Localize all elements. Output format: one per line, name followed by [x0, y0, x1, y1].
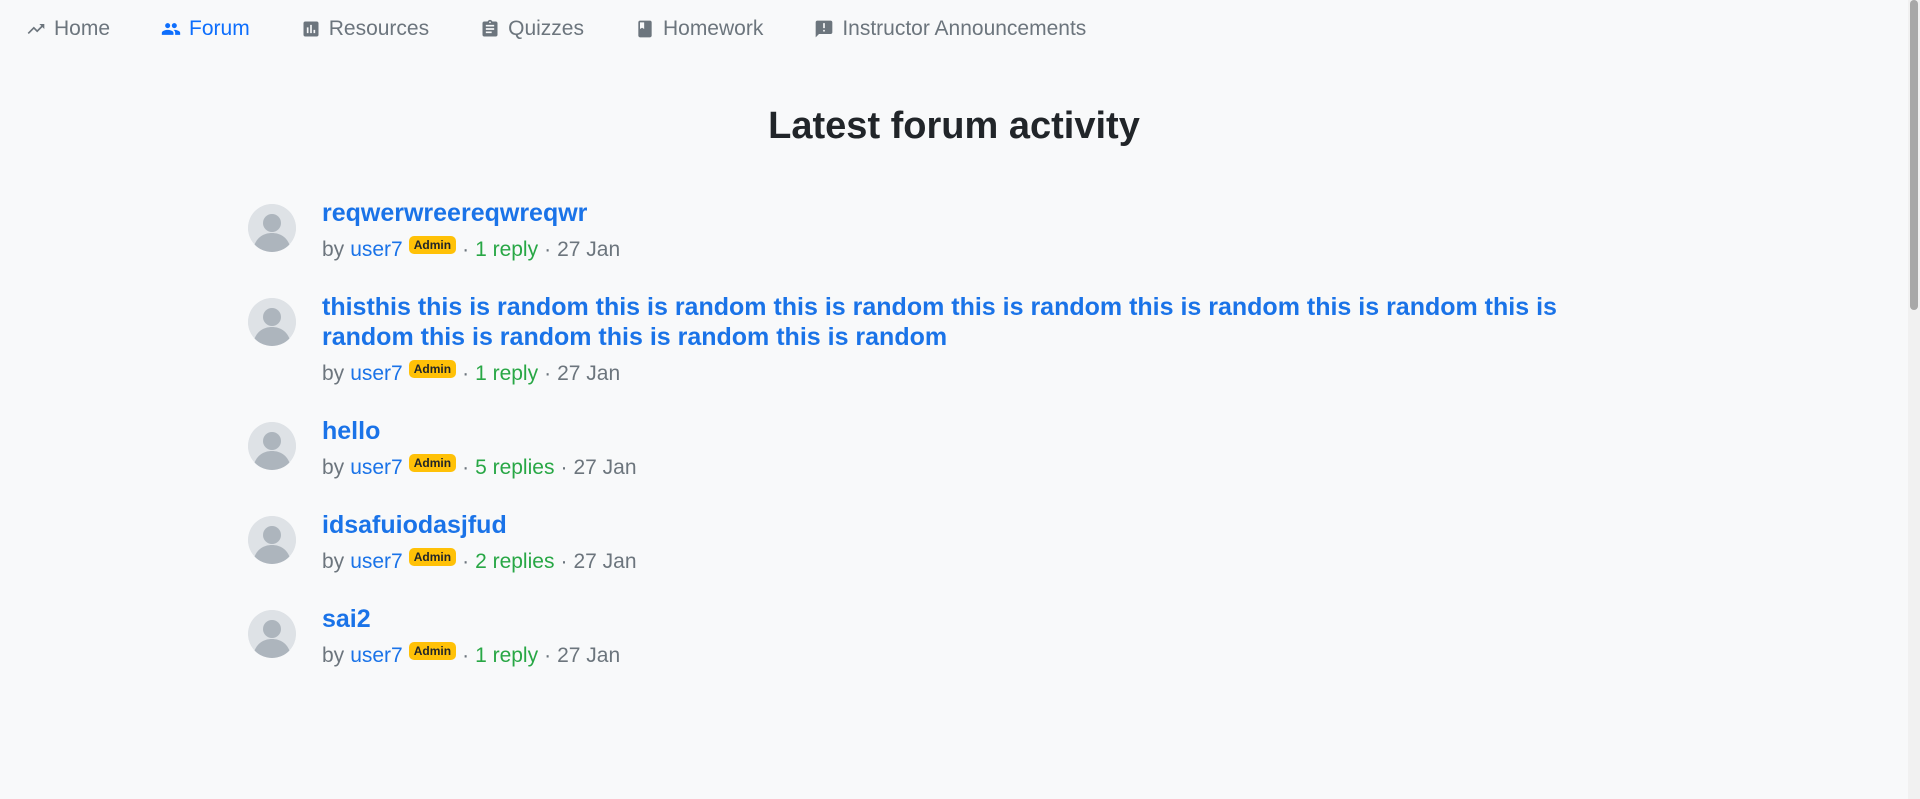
- vertical-scrollbar[interactable]: [1908, 0, 1920, 799]
- nav-item-announcements[interactable]: Instructor Announcements: [814, 17, 1086, 41]
- announcement-icon: [814, 19, 834, 39]
- avatar[interactable]: [248, 610, 296, 658]
- nav-label-homework: Homework: [662, 17, 764, 40]
- replies-link[interactable]: 1 reply: [475, 236, 538, 264]
- thread-title-link[interactable]: sai2: [322, 604, 1648, 634]
- role-badge: Admin: [408, 548, 457, 566]
- thread-meta: by user7 Admin · 2 replies · 27 Jan: [322, 548, 1648, 576]
- clipboard-icon: [480, 19, 500, 39]
- list-item: reqwerwreereqwreqwr by user7 Admin · 1 r…: [248, 198, 1648, 264]
- thread-title-link[interactable]: idsafuiodasjfud: [322, 510, 1648, 540]
- by-label: by: [322, 644, 345, 667]
- author-link[interactable]: user7: [350, 236, 403, 264]
- thread-date: 27 Jan: [557, 362, 621, 385]
- separator: ·: [560, 550, 568, 573]
- thread-body: reqwerwreereqwreqwr by user7 Admin · 1 r…: [322, 198, 1648, 264]
- by-label: by: [322, 362, 345, 385]
- scrollbar-thumb[interactable]: [1910, 0, 1918, 310]
- user-silhouette-icon: [248, 610, 296, 658]
- thread-title-link[interactable]: hello: [322, 416, 1648, 446]
- nav-label-resources: Resources: [328, 17, 430, 40]
- thread-meta: by user7 Admin · 1 reply · 27 Jan: [322, 360, 1648, 388]
- list-item: thisthis this is random this is random t…: [248, 292, 1648, 388]
- author-link[interactable]: user7: [350, 548, 403, 576]
- replies-link[interactable]: 5 replies: [475, 454, 554, 482]
- user-silhouette-icon: [248, 298, 296, 346]
- nav-label-quizzes: Quizzes: [508, 17, 584, 40]
- nav-item-quizzes[interactable]: Quizzes: [480, 17, 584, 41]
- by-label: by: [322, 238, 345, 261]
- replies-link[interactable]: 1 reply: [475, 642, 538, 670]
- author-link[interactable]: user7: [350, 360, 403, 388]
- avatar[interactable]: [248, 516, 296, 564]
- thread-body: hello by user7 Admin · 5 replies · 27 Ja…: [322, 416, 1648, 482]
- thread-list: reqwerwreereqwreqwr by user7 Admin · 1 r…: [248, 198, 1648, 698]
- role-badge: Admin: [408, 236, 457, 254]
- page-title: Latest forum activity: [768, 105, 1140, 147]
- thread-meta: by user7 Admin · 1 reply · 27 Jan: [322, 642, 1648, 670]
- thread-body: thisthis this is random this is random t…: [322, 292, 1648, 388]
- nav-item-home[interactable]: Home: [26, 17, 110, 41]
- thread-meta: by user7 Admin · 1 reply · 27 Jan: [322, 236, 1648, 264]
- bar-chart-icon: [301, 19, 321, 39]
- separator: ·: [462, 362, 470, 385]
- user-silhouette-icon: [248, 516, 296, 564]
- separator: ·: [544, 644, 552, 667]
- separator: ·: [544, 238, 552, 261]
- list-item: idsafuiodasjfud by user7 Admin · 2 repli…: [248, 510, 1648, 576]
- by-label: by: [322, 456, 345, 479]
- separator: ·: [462, 550, 470, 573]
- thread-date: 27 Jan: [557, 238, 621, 261]
- separator: ·: [560, 456, 568, 479]
- forum-page: Home Forum Resources Quizzes Homework In…: [0, 0, 1920, 799]
- replies-link[interactable]: 2 replies: [475, 548, 554, 576]
- book-icon: [635, 19, 655, 39]
- list-item: hello by user7 Admin · 5 replies · 27 Ja…: [248, 416, 1648, 482]
- separator: ·: [462, 644, 470, 667]
- nav-label-home: Home: [54, 17, 111, 40]
- list-item: sai2 by user7 Admin · 1 reply · 27 Jan: [248, 604, 1648, 670]
- nav-item-resources[interactable]: Resources: [301, 17, 429, 41]
- thread-meta: by user7 Admin · 5 replies · 27 Jan: [322, 454, 1648, 482]
- thread-date: 27 Jan: [557, 644, 621, 667]
- replies-link[interactable]: 1 reply: [475, 360, 538, 388]
- separator: ·: [462, 238, 470, 261]
- user-silhouette-icon: [248, 422, 296, 470]
- thread-date: 27 Jan: [573, 456, 637, 479]
- nav-item-homework[interactable]: Homework: [635, 17, 763, 41]
- people-icon: [161, 19, 181, 39]
- avatar[interactable]: [248, 298, 296, 346]
- by-label: by: [322, 550, 345, 573]
- thread-title-link[interactable]: thisthis this is random this is random t…: [322, 292, 1648, 352]
- thread-date: 27 Jan: [573, 550, 637, 573]
- author-link[interactable]: user7: [350, 454, 403, 482]
- nav-label-announcements: Instructor Announcements: [842, 17, 1087, 40]
- top-nav: Home Forum Resources Quizzes Homework In…: [0, 0, 1137, 58]
- nav-item-forum[interactable]: Forum: [161, 17, 250, 41]
- trending-up-icon: [26, 19, 46, 39]
- role-badge: Admin: [408, 454, 457, 472]
- nav-label-forum: Forum: [189, 17, 250, 40]
- thread-title-link[interactable]: reqwerwreereqwreqwr: [322, 198, 1648, 228]
- author-link[interactable]: user7: [350, 642, 403, 670]
- user-silhouette-icon: [248, 204, 296, 252]
- avatar[interactable]: [248, 422, 296, 470]
- separator: ·: [462, 456, 470, 479]
- role-badge: Admin: [408, 360, 457, 378]
- thread-body: sai2 by user7 Admin · 1 reply · 27 Jan: [322, 604, 1648, 670]
- role-badge: Admin: [408, 642, 457, 660]
- separator: ·: [544, 362, 552, 385]
- avatar[interactable]: [248, 204, 296, 252]
- thread-body: idsafuiodasjfud by user7 Admin · 2 repli…: [322, 510, 1648, 576]
